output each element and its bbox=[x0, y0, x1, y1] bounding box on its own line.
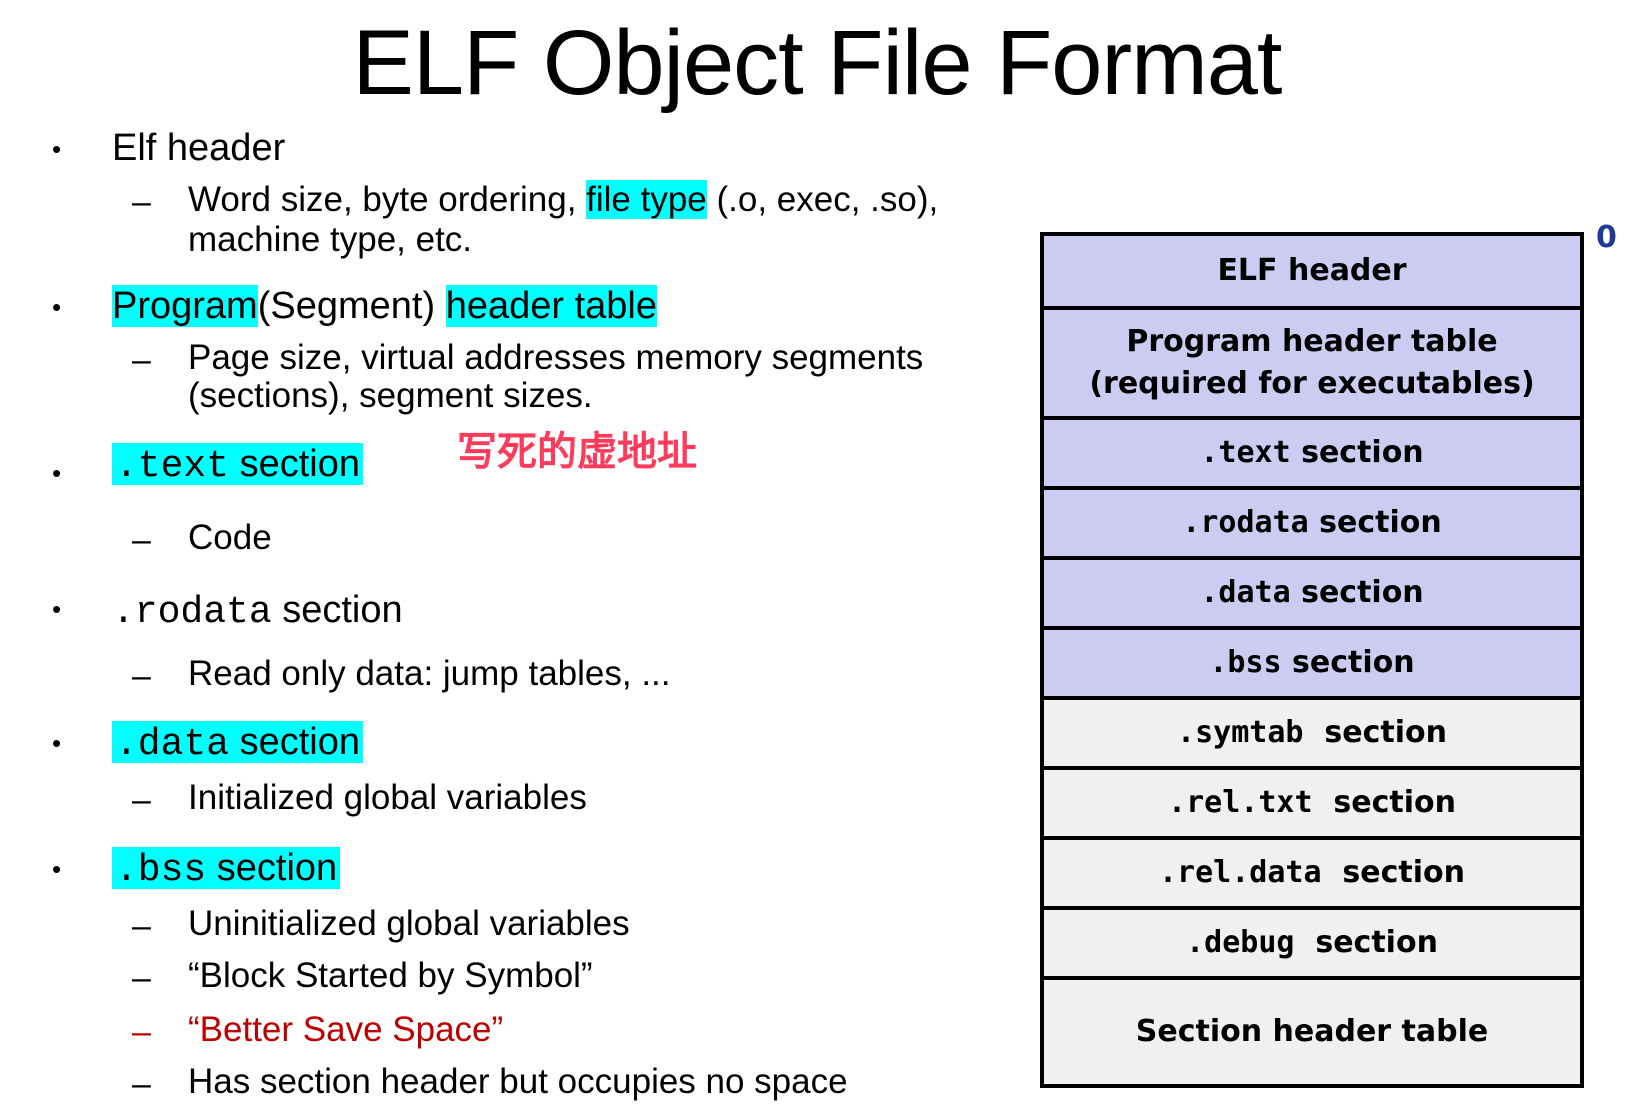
text-section-label: .text section bbox=[112, 440, 363, 491]
dash-marker: – bbox=[132, 1065, 151, 1103]
dash-marker: – bbox=[132, 657, 151, 695]
program-header-detail-line2: (sections), segment sizes. bbox=[188, 376, 593, 415]
elf-header-detail-line2: machine type, etc. bbox=[188, 220, 473, 259]
bullet-marker: • bbox=[52, 292, 62, 322]
bullet-marker: • bbox=[52, 458, 62, 488]
bss-section-label: .bss section bbox=[112, 844, 341, 895]
rodata-section-detail: Read only data: jump tables, ... bbox=[188, 654, 671, 693]
rodata-section-label: .rodata section bbox=[112, 589, 403, 634]
cell-rel-data-section: .rel.data section bbox=[1044, 840, 1580, 910]
cell-elf-header: ELF header bbox=[1044, 236, 1580, 310]
cell-program-header-table: Program header table (required for execut… bbox=[1044, 310, 1580, 420]
offset-zero-label: 0 bbox=[1596, 220, 1617, 255]
bss-section-detail-4: Has section header but occupies no space bbox=[188, 1062, 848, 1101]
bss-section-detail-2: “Block Started by Symbol” bbox=[188, 956, 593, 995]
dash-marker: – bbox=[132, 781, 151, 819]
bss-section-detail-3: “Better Save Space” bbox=[188, 1010, 504, 1049]
handwritten-note: 写死的虚地址 bbox=[457, 429, 697, 475]
cell-text-section: .text section bbox=[1044, 420, 1580, 490]
cell-data-section: .data section bbox=[1044, 560, 1580, 630]
dash-marker: – bbox=[132, 521, 151, 559]
cell-debug-section: .debug section bbox=[1044, 910, 1580, 980]
dash-marker: – bbox=[132, 907, 151, 945]
elf-layout-diagram: ELF header Program header table (required… bbox=[1040, 232, 1584, 1088]
elf-header-detail: Word size, byte ordering, file type (.o,… bbox=[188, 180, 939, 219]
text-section-detail: Code bbox=[188, 518, 272, 557]
dash-marker: – bbox=[132, 959, 151, 997]
cell-symtab-section: .symtab section bbox=[1044, 700, 1580, 770]
data-section-detail: Initialized global variables bbox=[188, 778, 587, 817]
bullet-marker: • bbox=[52, 594, 62, 624]
program-header-label: Program(Segment) header table bbox=[112, 285, 657, 327]
dash-marker: – bbox=[132, 183, 151, 221]
bullet-marker: • bbox=[52, 134, 62, 164]
bullet-marker: • bbox=[52, 854, 62, 884]
bss-section-detail-1: Uninitialized global variables bbox=[188, 904, 630, 943]
cell-section-header-table: Section header table bbox=[1044, 980, 1580, 1084]
cell-rodata-section: .rodata section bbox=[1044, 490, 1580, 560]
bullet-marker: • bbox=[52, 728, 62, 758]
dash-marker: – bbox=[132, 1013, 151, 1051]
dash-marker: – bbox=[132, 341, 151, 379]
page-title: ELF Object File Format bbox=[352, 12, 1283, 114]
elf-header-label: Elf header bbox=[112, 127, 286, 169]
data-section-label: .data section bbox=[112, 718, 363, 769]
cell-rel-txt-section: .rel.txt section bbox=[1044, 770, 1580, 840]
program-header-detail: Page size, virtual addresses memory segm… bbox=[188, 338, 924, 377]
cell-bss-section: .bss section bbox=[1044, 630, 1580, 700]
file-type-highlight: file type bbox=[586, 180, 707, 219]
